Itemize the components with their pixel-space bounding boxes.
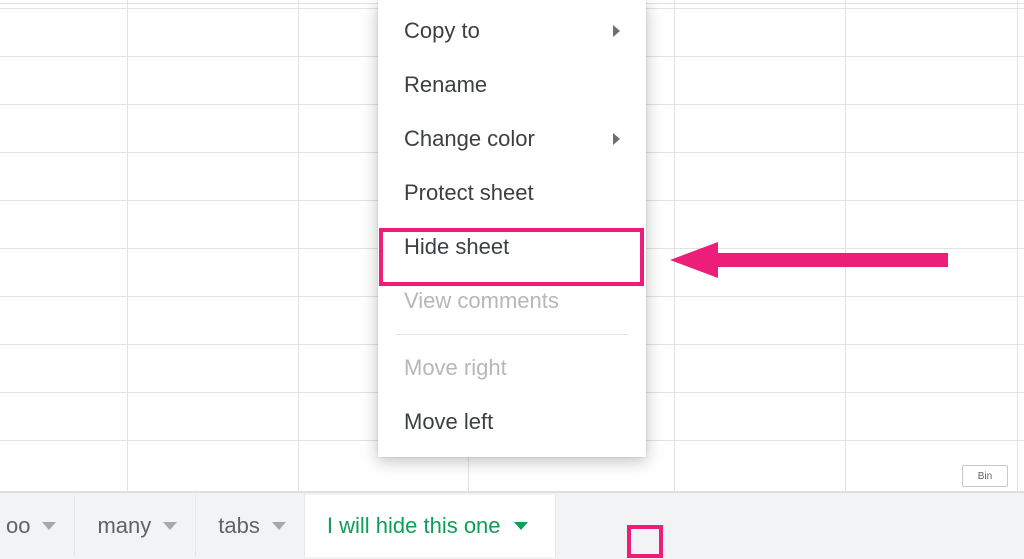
sheet-tab-label: many: [97, 513, 151, 539]
sheet-tab-label: oo: [6, 513, 30, 539]
menu-item-protect-sheet[interactable]: Protect sheet: [378, 166, 646, 220]
chevron-right-icon: [613, 133, 620, 145]
menu-item-label: Hide sheet: [404, 234, 509, 260]
sheet-tab-label: tabs: [218, 513, 260, 539]
sheet-tab-label: I will hide this one: [327, 513, 501, 539]
menu-item-rename[interactable]: Rename: [378, 58, 646, 112]
sheet-tab[interactable]: tabs: [196, 495, 305, 557]
menu-item-change-color[interactable]: Change color: [378, 112, 646, 166]
menu-item-move-left[interactable]: Move left: [378, 395, 646, 449]
sheet-tab-bar: oo many tabs I will hide this one: [0, 491, 1024, 559]
sheet-tab[interactable]: oo: [0, 495, 75, 557]
caret-down-icon[interactable]: [42, 522, 56, 530]
sheet-tab[interactable]: many: [75, 495, 196, 557]
menu-item-label: Protect sheet: [404, 180, 534, 206]
caret-down-icon[interactable]: [272, 522, 286, 530]
menu-item-hide-sheet[interactable]: Hide sheet: [378, 220, 646, 274]
menu-item-copy-to[interactable]: Copy to: [378, 4, 646, 58]
menu-item-label: Move right: [404, 355, 507, 381]
menu-item-label: Move left: [404, 409, 493, 435]
menu-item-move-right: Move right: [378, 341, 646, 395]
menu-item-view-comments: View comments: [378, 274, 646, 328]
caret-down-icon[interactable]: [163, 522, 177, 530]
sheet-tab-menu-button[interactable]: [505, 510, 537, 542]
bin-button[interactable]: Bin: [962, 465, 1008, 487]
sheet-tab-active[interactable]: I will hide this one: [305, 495, 556, 557]
bin-button-label: Bin: [978, 471, 992, 482]
menu-item-label: View comments: [404, 288, 559, 314]
caret-down-icon: [514, 522, 528, 530]
sheet-tab-context-menu: Copy to Rename Change color Protect shee…: [378, 0, 646, 457]
menu-item-label: Rename: [404, 72, 487, 98]
menu-divider: [396, 334, 628, 335]
chevron-right-icon: [613, 25, 620, 37]
menu-item-label: Copy to: [404, 18, 480, 44]
menu-item-label: Change color: [404, 126, 535, 152]
